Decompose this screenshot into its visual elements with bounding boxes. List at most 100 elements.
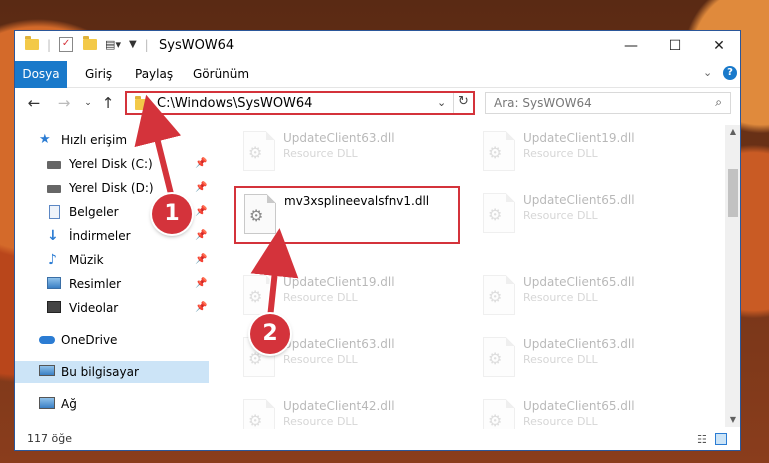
file-name: UpdateClient19.dll: [283, 275, 395, 289]
pin-icon[interactable]: 📌: [195, 201, 207, 223]
pin-icon[interactable]: 📌: [195, 153, 207, 175]
gear-icon: ⚙: [488, 205, 503, 224]
file-item[interactable]: ⚙ UpdateClient63.dll Resource DLL: [475, 331, 695, 383]
file-name: UpdateClient65.dll: [523, 275, 635, 289]
drive-icon: [47, 185, 61, 193]
file-item-highlighted[interactable]: ⚙ mv3xsplineevalsfnv1.dll: [236, 188, 456, 240]
nav-label: Yerel Disk (C:): [69, 157, 153, 171]
nav-item-pictures[interactable]: Resimler 📌: [15, 273, 209, 295]
nav-item-local-disk-c[interactable]: Yerel Disk (C:) 📌: [15, 153, 209, 175]
file-description: Resource DLL: [523, 415, 598, 428]
nav-label: Videolar: [69, 301, 119, 315]
file-name: UpdateClient63.dll: [283, 131, 395, 145]
dropdown-arrow-icon[interactable]: ▼: [129, 39, 137, 50]
title-bar: | ✓ ▤▾ ▼ | SysWOW64 — ☐ ✕: [15, 31, 740, 61]
item-count: 117 öğe: [27, 432, 72, 445]
tab-view[interactable]: Görünüm: [185, 61, 257, 87]
file-item[interactable]: ⚙ UpdateClient65.dll Resource DLL: [475, 269, 695, 321]
nav-label: Müzik: [69, 253, 104, 267]
search-icon[interactable]: ⌕: [715, 95, 722, 110]
search-placeholder: Ara: SysWOW64: [494, 96, 592, 110]
minimize-button[interactable]: —: [609, 31, 653, 61]
file-name: UpdateClient65.dll: [523, 399, 635, 413]
file-item[interactable]: ⚙ UpdateClient65.dll Resource DLL: [475, 187, 695, 239]
scroll-up-icon[interactable]: ▲: [725, 125, 740, 139]
callout-badge-1: 1: [152, 194, 192, 234]
nav-label: Yerel Disk (D:): [69, 181, 154, 195]
nav-label: Ağ: [61, 397, 77, 411]
recent-locations-button[interactable]: ⌄: [79, 93, 97, 113]
back-button[interactable]: ←: [25, 93, 43, 113]
gear-icon: ⚙: [248, 411, 263, 430]
separator: |: [47, 37, 52, 52]
address-bar[interactable]: C:\Windows\SysWOW64 ⌄ ↻: [125, 91, 475, 115]
nav-network[interactable]: Ağ: [15, 393, 209, 415]
network-icon: [39, 397, 55, 409]
gear-icon: ⚙: [248, 143, 263, 162]
file-description: Resource DLL: [523, 291, 598, 304]
close-button[interactable]: ✕: [697, 31, 740, 61]
callout-badge-2: 2: [250, 314, 290, 354]
address-dropdown-icon[interactable]: ⌄: [437, 96, 446, 109]
quick-access-toolbar: | ✓ ▤▾ ▼ |: [25, 36, 149, 52]
file-name: UpdateClient65.dll: [523, 193, 635, 207]
scroll-down-icon[interactable]: ▼: [725, 413, 740, 427]
expand-ribbon-icon[interactable]: ⌄: [703, 66, 712, 79]
file-name: UpdateClient19.dll: [523, 131, 635, 145]
vertical-scrollbar[interactable]: ▲ ▼: [725, 125, 740, 427]
navigation-pane: ★ Hızlı erişim Yerel Disk (C:) 📌 Yerel D…: [15, 125, 209, 423]
up-button[interactable]: ↑: [99, 93, 117, 113]
file-name: UpdateClient63.dll: [523, 337, 635, 351]
nav-item-videos[interactable]: Videolar 📌: [15, 297, 209, 319]
nav-onedrive[interactable]: OneDrive: [15, 329, 209, 351]
search-box[interactable]: Ara: SysWOW64 ⌕: [485, 92, 731, 114]
gear-icon: ⚙: [249, 206, 264, 225]
nav-label: Hızlı erişim: [61, 133, 128, 147]
ribbon-tabs: Dosya Giriş Paylaş Görünüm ⌄ ?: [15, 61, 740, 113]
pictures-icon: [47, 277, 61, 289]
cloud-icon: [39, 336, 55, 344]
download-arrow-icon: ↓: [47, 228, 59, 244]
file-description: Resource DLL: [283, 415, 358, 428]
nav-item-music[interactable]: ♪ Müzik 📌: [15, 249, 209, 271]
file-description: Resource DLL: [523, 353, 598, 366]
nav-this-pc[interactable]: Bu bilgisayar: [15, 361, 209, 383]
pin-icon[interactable]: 📌: [195, 177, 207, 199]
dll-file-icon: ⚙: [243, 131, 275, 171]
refresh-icon[interactable]: ↻: [458, 94, 469, 109]
video-film-icon: [47, 301, 61, 313]
status-bar: 117 öğe ☷: [15, 429, 740, 450]
separator: |: [144, 37, 149, 52]
maximize-button[interactable]: ☐: [653, 31, 697, 61]
tab-home[interactable]: Giriş: [77, 61, 120, 87]
computer-icon: [39, 365, 55, 376]
pin-icon[interactable]: 📌: [195, 297, 207, 319]
scrollbar-thumb[interactable]: [728, 169, 738, 217]
nav-label: OneDrive: [61, 333, 118, 347]
pin-icon[interactable]: 📌: [195, 249, 207, 271]
folder-icon: [135, 96, 149, 110]
nav-label: İndirmeler: [69, 229, 131, 243]
drive-icon: [47, 161, 61, 169]
file-item[interactable]: ⚙ UpdateClient19.dll Resource DLL: [475, 125, 695, 177]
dll-file-icon: ⚙: [483, 131, 515, 171]
file-description: Resource DLL: [523, 147, 598, 160]
file-name: mv3xsplineevalsfnv1.dll: [284, 194, 430, 208]
new-folder-icon[interactable]: [83, 36, 98, 50]
gear-icon: ⚙: [248, 287, 263, 306]
nav-quick-access[interactable]: ★ Hızlı erişim: [15, 129, 209, 151]
file-item[interactable]: ⚙ UpdateClient63.dll Resource DLL: [235, 125, 455, 177]
pin-icon[interactable]: 📌: [195, 273, 207, 295]
details-view-icon[interactable]: ☷: [697, 433, 707, 446]
tab-share[interactable]: Paylaş: [127, 61, 181, 87]
pin-icon[interactable]: 📌: [195, 225, 207, 247]
dll-file-icon: ⚙: [243, 275, 275, 315]
forward-button[interactable]: →: [55, 93, 73, 113]
folder-icon: [25, 36, 39, 50]
highlighted-file-box: ⚙ mv3xsplineevalsfnv1.dll: [234, 186, 460, 244]
customize-qa-icon[interactable]: ▤▾: [105, 38, 121, 51]
separator: [453, 93, 454, 113]
properties-icon[interactable]: ✓: [59, 37, 74, 52]
large-icons-view-icon[interactable]: [715, 433, 727, 445]
help-icon[interactable]: ?: [723, 66, 737, 80]
